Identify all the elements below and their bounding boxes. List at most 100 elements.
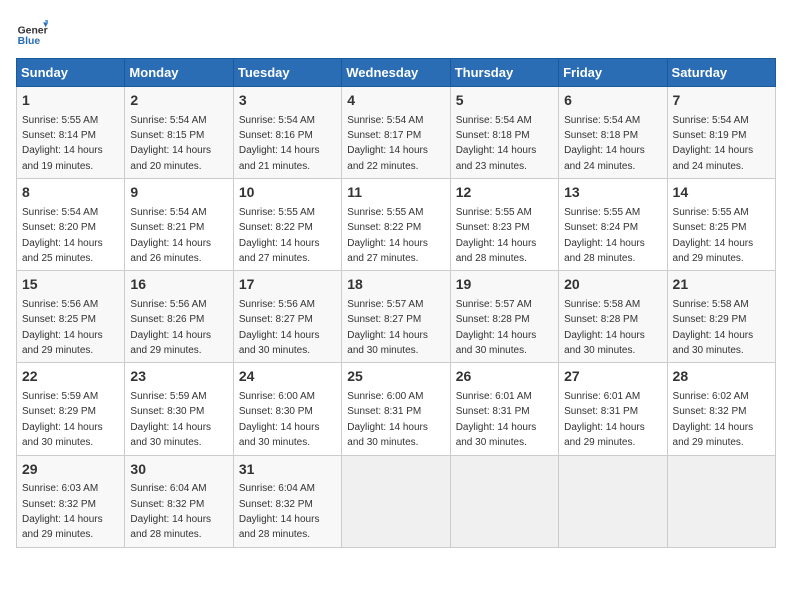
header-saturday: Saturday [667, 59, 775, 87]
calendar-cell: 26 Sunrise: 6:01 AMSunset: 8:31 PMDayligh… [450, 363, 558, 455]
day-number: 26 [456, 367, 553, 387]
week-row-1: 1 Sunrise: 5:55 AMSunset: 8:14 PMDaylight… [17, 87, 776, 179]
day-info: Sunrise: 5:56 AMSunset: 8:25 PMDaylight:… [22, 299, 103, 356]
day-number: 27 [564, 367, 661, 387]
day-number: 11 [347, 183, 444, 203]
calendar-cell: 27 Sunrise: 6:01 AMSunset: 8:31 PMDayligh… [559, 363, 667, 455]
week-row-2: 8 Sunrise: 5:54 AMSunset: 8:20 PMDaylight… [17, 179, 776, 271]
header-monday: Monday [125, 59, 233, 87]
page-header: General Blue [16, 16, 776, 48]
calendar-cell: 14Sunrise: 5:55 AMSunset: 8:25 PMDayligh… [667, 179, 775, 271]
calendar-cell: 9Sunrise: 5:54 AMSunset: 8:21 PMDaylight… [125, 179, 233, 271]
day-number: 8 [22, 183, 119, 203]
day-info: Sunrise: 6:00 AMSunset: 8:30 PMDaylight:… [239, 391, 320, 448]
day-number: 31 [239, 460, 336, 480]
header-thursday: Thursday [450, 59, 558, 87]
day-number: 18 [347, 275, 444, 295]
day-info: Sunrise: 5:55 AMSunset: 8:22 PMDaylight:… [347, 207, 428, 264]
day-info: Sunrise: 5:59 AMSunset: 8:29 PMDaylight:… [22, 391, 103, 448]
week-row-5: 29Sunrise: 6:03 AMSunset: 8:32 PMDayligh… [17, 455, 776, 547]
calendar-header-row: SundayMondayTuesdayWednesdayThursdayFrid… [17, 59, 776, 87]
calendar-cell: 10 Sunrise: 5:55 AMSunset: 8:22 PMDayligh… [233, 179, 341, 271]
calendar-cell: 16Sunrise: 5:56 AMSunset: 8:26 PMDayligh… [125, 271, 233, 363]
day-info: Sunrise: 5:58 AMSunset: 8:29 PMDaylight:… [673, 299, 754, 356]
calendar-cell: 29Sunrise: 6:03 AMSunset: 8:32 PMDayligh… [17, 455, 125, 547]
day-number: 5 [456, 91, 553, 111]
day-number: 15 [22, 275, 119, 295]
calendar-cell: 30 Sunrise: 6:04 AMSunset: 8:32 PMDayligh… [125, 455, 233, 547]
day-number: 6 [564, 91, 661, 111]
day-info: Sunrise: 6:01 AMSunset: 8:31 PMDaylight:… [456, 391, 537, 448]
day-info: Sunrise: 6:04 AMSunset: 8:32 PMDaylight:… [130, 483, 211, 540]
day-info: Sunrise: 6:04 AMSunset: 8:32 PMDaylight:… [239, 483, 320, 540]
calendar-cell: 25 Sunrise: 6:00 AMSunset: 8:31 PMDayligh… [342, 363, 450, 455]
calendar-cell: 7 Sunrise: 5:54 AMSunset: 8:19 PMDaylight… [667, 87, 775, 179]
calendar-cell [667, 455, 775, 547]
day-info: Sunrise: 5:59 AMSunset: 8:30 PMDaylight:… [130, 391, 211, 448]
day-number: 2 [130, 91, 227, 111]
header-tuesday: Tuesday [233, 59, 341, 87]
day-info: Sunrise: 5:54 AMSunset: 8:18 PMDaylight:… [564, 115, 645, 172]
calendar-cell: 22 Sunrise: 5:59 AMSunset: 8:29 PMDayligh… [17, 363, 125, 455]
day-info: Sunrise: 5:55 AMSunset: 8:22 PMDaylight:… [239, 207, 320, 264]
day-info: Sunrise: 5:58 AMSunset: 8:28 PMDaylight:… [564, 299, 645, 356]
calendar-cell: 20 Sunrise: 5:58 AMSunset: 8:28 PMDayligh… [559, 271, 667, 363]
day-number: 20 [564, 275, 661, 295]
logo: General Blue [16, 16, 52, 48]
svg-text:General: General [18, 26, 48, 37]
day-number: 30 [130, 460, 227, 480]
day-info: Sunrise: 5:54 AMSunset: 8:15 PMDaylight:… [130, 115, 211, 172]
day-number: 24 [239, 367, 336, 387]
calendar-cell: 19Sunrise: 5:57 AMSunset: 8:28 PMDayligh… [450, 271, 558, 363]
calendar-cell: 24 Sunrise: 6:00 AMSunset: 8:30 PMDayligh… [233, 363, 341, 455]
calendar-cell: 8 Sunrise: 5:54 AMSunset: 8:20 PMDaylight… [17, 179, 125, 271]
day-number: 19 [456, 275, 553, 295]
day-number: 3 [239, 91, 336, 111]
day-info: Sunrise: 5:54 AMSunset: 8:20 PMDaylight:… [22, 207, 103, 264]
calendar-cell: 28 Sunrise: 6:02 AMSunset: 8:32 PMDayligh… [667, 363, 775, 455]
calendar-cell: 3Sunrise: 5:54 AMSunset: 8:16 PMDaylight… [233, 87, 341, 179]
day-number: 23 [130, 367, 227, 387]
day-info: Sunrise: 5:54 AMSunset: 8:18 PMDaylight:… [456, 115, 537, 172]
header-sunday: Sunday [17, 59, 125, 87]
day-number: 25 [347, 367, 444, 387]
calendar-cell: 12 Sunrise: 5:55 AMSunset: 8:23 PMDayligh… [450, 179, 558, 271]
week-row-4: 22 Sunrise: 5:59 AMSunset: 8:29 PMDayligh… [17, 363, 776, 455]
calendar-cell: 31 Sunrise: 6:04 AMSunset: 8:32 PMDayligh… [233, 455, 341, 547]
day-info: Sunrise: 6:00 AMSunset: 8:31 PMDaylight:… [347, 391, 428, 448]
day-number: 28 [673, 367, 770, 387]
day-info: Sunrise: 5:55 AMSunset: 8:25 PMDaylight:… [673, 207, 754, 264]
calendar-cell: 5 Sunrise: 5:54 AMSunset: 8:18 PMDaylight… [450, 87, 558, 179]
day-info: Sunrise: 5:56 AMSunset: 8:27 PMDaylight:… [239, 299, 320, 356]
calendar-cell [450, 455, 558, 547]
header-friday: Friday [559, 59, 667, 87]
calendar-cell [342, 455, 450, 547]
day-number: 16 [130, 275, 227, 295]
day-info: Sunrise: 6:01 AMSunset: 8:31 PMDaylight:… [564, 391, 645, 448]
day-number: 12 [456, 183, 553, 203]
day-info: Sunrise: 6:03 AMSunset: 8:32 PMDaylight:… [22, 483, 103, 540]
calendar-cell: 23 Sunrise: 5:59 AMSunset: 8:30 PMDayligh… [125, 363, 233, 455]
day-info: Sunrise: 6:02 AMSunset: 8:32 PMDaylight:… [673, 391, 754, 448]
day-number: 10 [239, 183, 336, 203]
day-info: Sunrise: 5:55 AMSunset: 8:24 PMDaylight:… [564, 207, 645, 264]
day-number: 7 [673, 91, 770, 111]
calendar-cell: 13 Sunrise: 5:55 AMSunset: 8:24 PMDayligh… [559, 179, 667, 271]
day-number: 17 [239, 275, 336, 295]
day-number: 9 [130, 183, 227, 203]
day-number: 13 [564, 183, 661, 203]
day-info: Sunrise: 5:54 AMSunset: 8:19 PMDaylight:… [673, 115, 754, 172]
day-info: Sunrise: 5:55 AMSunset: 8:23 PMDaylight:… [456, 207, 537, 264]
header-wednesday: Wednesday [342, 59, 450, 87]
calendar-cell: 15 Sunrise: 5:56 AMSunset: 8:25 PMDayligh… [17, 271, 125, 363]
svg-text:Blue: Blue [18, 36, 41, 47]
day-number: 21 [673, 275, 770, 295]
day-number: 1 [22, 91, 119, 111]
day-info: Sunrise: 5:54 AMSunset: 8:17 PMDaylight:… [347, 115, 428, 172]
calendar-cell [559, 455, 667, 547]
calendar-cell: 4Sunrise: 5:54 AMSunset: 8:17 PMDaylight… [342, 87, 450, 179]
logo-icon: General Blue [16, 16, 48, 48]
calendar-cell: 11 Sunrise: 5:55 AMSunset: 8:22 PMDayligh… [342, 179, 450, 271]
day-number: 22 [22, 367, 119, 387]
day-info: Sunrise: 5:55 AMSunset: 8:14 PMDaylight:… [22, 115, 103, 172]
